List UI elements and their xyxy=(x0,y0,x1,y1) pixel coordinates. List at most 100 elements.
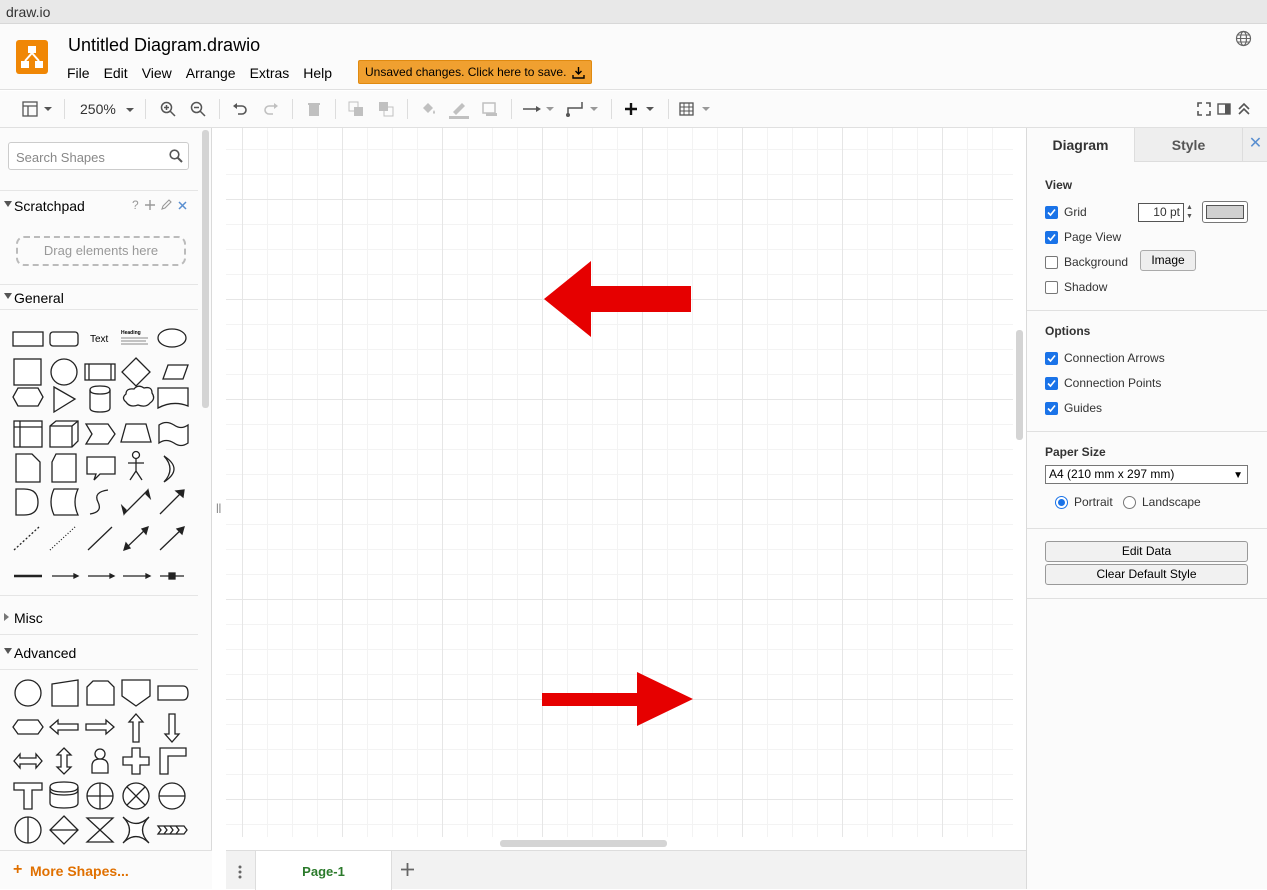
undo-icon xyxy=(233,103,247,115)
more-shapes-button[interactable]: + More Shapes... xyxy=(0,850,212,889)
page-view-checkbox[interactable]: Page View xyxy=(1045,230,1121,244)
insert-dropdown-button[interactable] xyxy=(622,99,658,119)
grid-size-stepper[interactable]: ▲ ▼ xyxy=(1184,203,1195,222)
sidebar-resize-handle[interactable]: || xyxy=(216,503,221,514)
redo-icon xyxy=(264,103,278,115)
plus-icon xyxy=(625,103,654,115)
connection-points-label: Connection Points xyxy=(1064,376,1162,390)
menu-edit[interactable]: Edit xyxy=(104,65,128,81)
search-icon[interactable] xyxy=(169,149,183,163)
format-panel: Diagram Style ✕ View Grid 10 pt ▲ ▼ Page … xyxy=(1026,128,1267,889)
clear-default-style-button[interactable]: Clear Default Style xyxy=(1045,564,1248,585)
search-shapes-input[interactable]: Search Shapes xyxy=(8,142,189,170)
scratchpad-add-icon[interactable] xyxy=(145,200,155,210)
to-front-icon xyxy=(348,101,363,116)
collapsed-icon xyxy=(4,613,9,621)
connection-style-dropdown[interactable] xyxy=(522,99,556,119)
grid-color-button[interactable] xyxy=(1202,201,1248,223)
canvas-horizontal-scrollbar[interactable] xyxy=(500,840,667,847)
landscape-label: Landscape xyxy=(1142,495,1201,509)
scratchpad-edit-icon[interactable] xyxy=(161,199,172,210)
zoom-out-button[interactable] xyxy=(188,99,208,119)
menu-file[interactable]: File xyxy=(67,65,90,81)
menu-help[interactable]: Help xyxy=(303,65,332,81)
shapes-sidebar: Search Shapes Scratchpad ? Drag elements… xyxy=(0,128,212,889)
canvas-vertical-scrollbar[interactable] xyxy=(1016,330,1023,440)
language-globe-icon[interactable] xyxy=(1235,30,1252,47)
grid-checkbox[interactable]: Grid xyxy=(1045,205,1087,219)
shadow-icon xyxy=(482,102,497,116)
fill-color-button[interactable] xyxy=(419,99,439,119)
unsaved-changes-button[interactable]: Unsaved changes. Click here to save. xyxy=(358,60,593,84)
undo-button[interactable] xyxy=(230,99,250,119)
general-section-label: General xyxy=(14,290,64,306)
collapse-toolbar-button[interactable] xyxy=(1235,99,1253,119)
close-format-panel-icon[interactable]: ✕ xyxy=(1242,128,1267,162)
connection-points-checkbox[interactable]: Connection Points xyxy=(1045,376,1161,390)
tab-style[interactable]: Style xyxy=(1134,128,1242,162)
menu-arrange[interactable]: Arrange xyxy=(186,65,236,81)
to-back-icon xyxy=(379,102,394,117)
edit-data-button[interactable]: Edit Data xyxy=(1045,541,1248,562)
menu-extras[interactable]: Extras xyxy=(250,65,290,81)
scratchpad-drop-zone[interactable]: Drag elements here xyxy=(16,236,186,266)
redo-button[interactable] xyxy=(261,99,281,119)
chevron-down-icon xyxy=(125,108,134,112)
shadow-checkbox[interactable]: Shadow xyxy=(1045,280,1107,294)
sidebar-scrollbar[interactable] xyxy=(202,130,209,408)
background-checkbox[interactable]: Background xyxy=(1045,255,1128,269)
left-arrow-shape[interactable] xyxy=(544,261,691,337)
drawio-logo-icon xyxy=(16,40,48,74)
checkbox-checked-icon xyxy=(1045,351,1058,365)
format-panel-toggle-button[interactable] xyxy=(20,99,56,119)
connector-arrow-icon xyxy=(523,106,554,112)
text-shape-label: Text xyxy=(90,334,109,345)
zoom-in-button[interactable] xyxy=(158,99,178,119)
diagram-canvas[interactable] xyxy=(226,128,1013,837)
fullscreen-button[interactable] xyxy=(1195,99,1213,119)
grid-size-input[interactable]: 10 pt xyxy=(1138,203,1184,222)
to-front-button[interactable] xyxy=(346,99,366,119)
guides-checkbox[interactable]: Guides xyxy=(1045,401,1102,415)
zoom-level-dropdown[interactable]: 250% xyxy=(80,101,136,117)
general-shapes-palette[interactable]: Text Heading xyxy=(8,324,198,584)
table-icon xyxy=(679,102,710,116)
page-tab-label: Page-1 xyxy=(302,864,345,879)
line-color-button[interactable] xyxy=(449,99,469,119)
zoom-in-icon xyxy=(160,101,176,117)
document-title[interactable]: Untitled Diagram.drawio xyxy=(68,35,260,56)
guides-label: Guides xyxy=(1064,401,1103,415)
paper-size-select[interactable]: A4 (210 mm x 297 mm) ▼ xyxy=(1045,465,1248,484)
scratchpad-close-icon[interactable] xyxy=(178,201,187,210)
background-image-button[interactable]: Image xyxy=(1140,250,1196,271)
shadow-button[interactable] xyxy=(480,99,500,119)
download-icon xyxy=(572,66,586,79)
waypoints-dropdown[interactable] xyxy=(566,99,600,119)
table-dropdown-button[interactable] xyxy=(678,99,712,119)
advanced-section-header[interactable]: Advanced xyxy=(0,642,198,664)
delete-button[interactable] xyxy=(304,99,324,119)
to-back-button[interactable] xyxy=(376,99,396,119)
right-arrow-shape[interactable] xyxy=(542,672,693,726)
portrait-radio[interactable]: Portrait xyxy=(1055,495,1113,509)
page-tab-1[interactable]: Page-1 xyxy=(255,851,392,890)
page-view-label: Page View xyxy=(1064,230,1122,244)
toggle-format-panel-button[interactable] xyxy=(1215,99,1233,119)
add-page-icon[interactable] xyxy=(401,863,414,876)
view-section-title: View xyxy=(1045,178,1073,192)
waypoint-icon xyxy=(566,102,598,117)
menu-view[interactable]: View xyxy=(142,65,172,81)
pages-menu-icon[interactable] xyxy=(238,865,242,879)
connection-arrows-checkbox[interactable]: Connection Arrows xyxy=(1045,351,1165,365)
landscape-radio[interactable]: Landscape xyxy=(1123,495,1201,509)
tab-diagram[interactable]: Diagram xyxy=(1027,128,1134,162)
scratchpad-help-icon[interactable]: ? xyxy=(132,198,139,212)
chevron-down-icon: ▼ xyxy=(1233,470,1243,481)
double-chevron-up-icon xyxy=(1238,102,1250,115)
scratchpad-section-header[interactable]: Scratchpad ? xyxy=(0,195,198,217)
checkbox-checked-icon xyxy=(1045,230,1058,244)
misc-section-header[interactable]: Misc xyxy=(0,607,198,629)
general-section-header[interactable]: General xyxy=(0,287,198,309)
plus-icon: + xyxy=(13,861,23,878)
advanced-shapes-palette[interactable] xyxy=(8,676,198,846)
